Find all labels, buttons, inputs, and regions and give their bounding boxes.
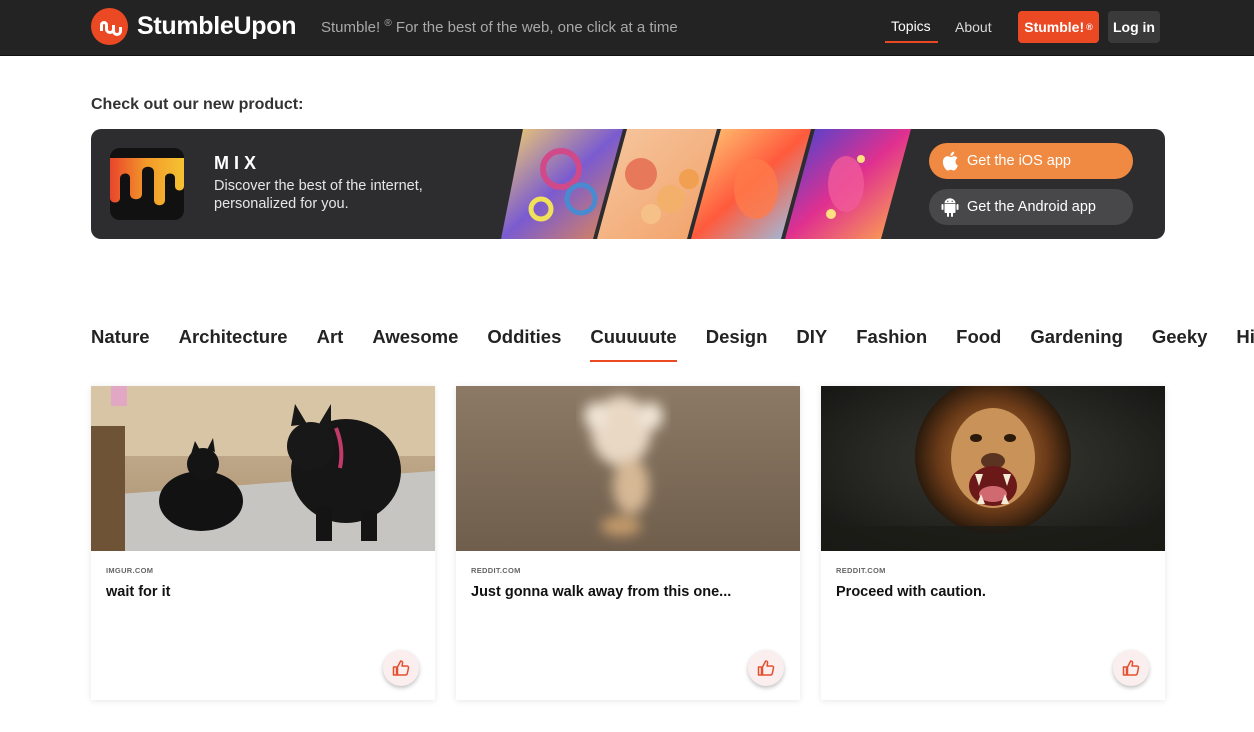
topic-cuuuuute[interactable]: Cuuuuute <box>590 326 678 362</box>
card-domain[interactable]: REDDIT.COM <box>471 566 521 575</box>
like-button[interactable] <box>748 650 784 686</box>
like-button[interactable] <box>383 650 419 686</box>
topic-architecture[interactable]: Architecture <box>179 326 288 356</box>
tagline-stumble: Stumble! <box>321 19 381 36</box>
topic-awesome[interactable]: Awesome <box>372 326 458 356</box>
topic-geeky[interactable]: Geeky <box>1152 326 1208 356</box>
card-title[interactable]: Just gonna walk away from this one... <box>471 584 731 600</box>
card-domain[interactable]: REDDIT.COM <box>836 566 886 575</box>
topic-history[interactable]: History <box>1236 326 1254 356</box>
brand-name[interactable]: StumbleUpon <box>137 12 297 41</box>
topics-nav: Nature Architecture Art Awesome Oddities… <box>91 326 1254 362</box>
topic-food[interactable]: Food <box>956 326 1001 356</box>
stumble-button-label: Stumble! <box>1024 19 1085 35</box>
mix-description: Discover the best of the internet, perso… <box>214 178 423 212</box>
nav-about-link[interactable]: About <box>955 19 992 35</box>
topic-art[interactable]: Art <box>317 326 344 356</box>
content-card[interactable]: REDDIT.COM Proceed with caution. <box>821 386 1165 700</box>
thumbs-up-icon <box>757 660 775 676</box>
tagline-text: For the best of the web, one click at a … <box>391 19 678 36</box>
stumble-registered-mark: ® <box>1086 22 1093 32</box>
android-button-label: Get the Android app <box>967 199 1096 215</box>
nav-topics-link[interactable]: Topics <box>891 18 931 34</box>
ios-button-label: Get the iOS app <box>967 153 1071 169</box>
mix-title: MIX <box>214 153 262 173</box>
card-image-black-kittens[interactable] <box>91 386 435 551</box>
thumbs-up-icon <box>1122 660 1140 676</box>
card-title[interactable]: wait for it <box>106 584 170 600</box>
topic-diy[interactable]: DIY <box>796 326 827 356</box>
stumble-button[interactable]: Stumble! ® <box>1018 11 1099 43</box>
card-domain[interactable]: IMGUR.COM <box>106 566 153 575</box>
tagline-registered-mark: ® <box>384 18 392 29</box>
mix-app-icon <box>110 148 184 220</box>
topic-nature[interactable]: Nature <box>91 326 150 356</box>
topic-gardening[interactable]: Gardening <box>1030 326 1123 356</box>
card-image-blurry-dog[interactable] <box>456 386 800 551</box>
topic-oddities[interactable]: Oddities <box>487 326 561 356</box>
nav-active-indicator <box>885 41 938 43</box>
card-image-roaring-lion[interactable] <box>821 386 1165 551</box>
mix-promo-banner[interactable]: MIX Discover the best of the internet, p… <box>91 129 1165 239</box>
android-icon <box>941 198 959 217</box>
login-button[interactable]: Log in <box>1108 11 1160 43</box>
promo-heading: Check out our new product: <box>91 96 304 113</box>
apple-icon <box>942 151 958 171</box>
card-title[interactable]: Proceed with caution. <box>836 584 986 600</box>
content-card[interactable]: REDDIT.COM Just gonna walk away from thi… <box>456 386 800 700</box>
get-ios-app-button[interactable]: Get the iOS app <box>929 143 1133 179</box>
get-android-app-button[interactable]: Get the Android app <box>929 189 1133 225</box>
promo-artwork <box>501 129 911 239</box>
content-card[interactable]: IMGUR.COM wait for it <box>91 386 435 700</box>
topic-design[interactable]: Design <box>706 326 768 356</box>
tagline: Stumble! ® For the best of the web, one … <box>321 18 678 36</box>
stumbleupon-logo-icon[interactable] <box>91 8 128 45</box>
topic-fashion[interactable]: Fashion <box>856 326 927 356</box>
like-button[interactable] <box>1113 650 1149 686</box>
thumbs-up-icon <box>392 660 410 676</box>
top-navbar: StumbleUpon Stumble! ® For the best of t… <box>0 0 1254 56</box>
